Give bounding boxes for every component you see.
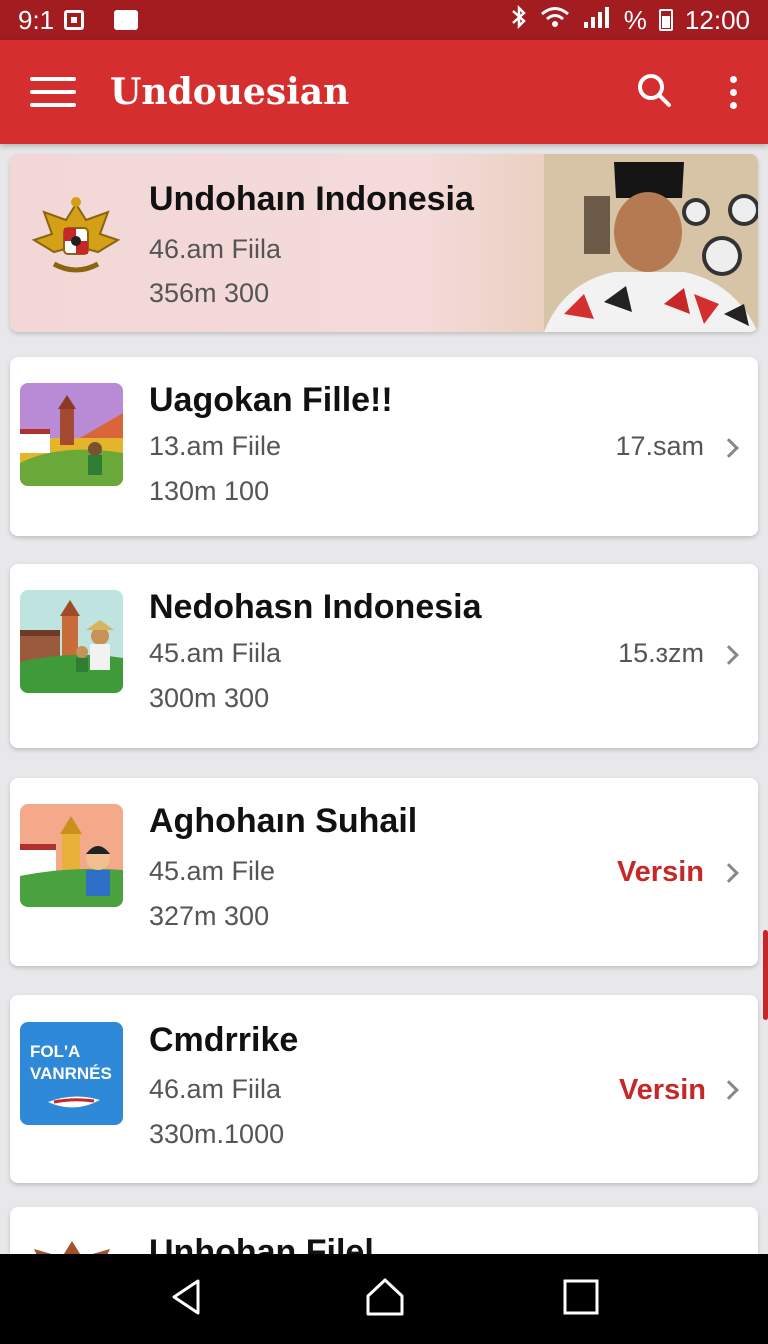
home-icon[interactable] [364,1276,406,1323]
bluetooth-icon [510,4,528,36]
item-line1: 46.am Fiila [149,1074,282,1104]
item-title: Nedohasn Indonesia [149,588,482,626]
featured-line2: 356m 300 [149,278,270,308]
item-line2: 130m 100 [149,476,270,506]
landscape-thumbnail-icon [20,804,123,907]
item-line1: 13.am Fiile [149,431,282,461]
back-icon[interactable] [168,1277,208,1322]
wifi-icon [540,5,570,36]
item-title: Cmdrrike [149,1021,299,1059]
app-title: Undouesian [110,71,350,113]
more-options-icon[interactable] [728,75,738,109]
item-title: Unhohan Filel [149,1233,374,1254]
garuda-emblem-icon [20,1231,123,1254]
scroll-indicator[interactable] [763,930,768,1020]
system-navigation-bar [0,1254,768,1344]
swoosh-icon [48,1096,100,1108]
chevron-right-icon [719,645,739,665]
item-line2: 300m 300 [149,683,270,713]
item-line2: 327m 300 [149,901,270,931]
clock-left: 9:1 [18,4,55,35]
battery-percent: % [623,4,647,35]
app-notification-icon [114,10,139,30]
featured-line1: 46.am Fiila [149,234,282,264]
landscape-thumbnail-icon [20,383,123,486]
featured-card[interactable]: Undohaın Indonesia 46.am Fiila 356m 300 [10,154,758,332]
item-line1: 45.am Fiila [149,638,282,668]
logo-text-1: FOL'A [30,1042,81,1061]
item-title: Uagokan Fille!! [149,381,393,419]
search-icon[interactable] [636,72,672,113]
list-item[interactable]: Nedohasn Indonesia 45.am Fiila 300m 300 … [10,564,758,748]
chevron-right-icon [719,438,739,458]
battery-icon [658,9,673,31]
list-item[interactable]: Aghohaın Suhail 45.am File 327m 300 Vers… [10,778,758,966]
featured-person-photo [544,154,758,332]
hamburger-menu-icon[interactable] [30,77,76,107]
item-meta: 15.ɜzm [618,638,704,668]
version-label: Versin [618,1074,706,1106]
list-item[interactable]: Unhohan Filel [10,1207,758,1254]
item-meta: 17.sam [615,431,704,461]
item-line1: 45.am File [149,856,276,886]
clock-right: 12:00 [684,4,750,35]
status-bar: 9:1 % 12:00 [0,0,768,40]
file-list: Undohaın Indonesia 46.am Fiila 356m 300 [0,144,768,1254]
chevron-right-icon [719,1080,739,1100]
app-bar: Undouesian [0,40,768,144]
list-item[interactable]: FOL'A VANRNÉS Cmdrrike 46.am Fiila 330m.… [10,995,758,1183]
version-label: Versin [616,856,704,888]
notification-icon [64,10,85,30]
item-line2: 330m.1000 [149,1119,285,1149]
recents-icon[interactable] [562,1278,600,1321]
garuda-emblem-icon [28,190,124,286]
featured-title: Undohaın Indonesia [149,180,474,218]
signal-icon [582,5,612,36]
item-title: Aghohaın Suhail [149,802,418,840]
logo-text-2: VANRNÉS [30,1064,112,1083]
landscape-thumbnail-icon [20,590,123,693]
chevron-right-icon [719,863,739,883]
list-item[interactable]: Uagokan Fille!! 13.am Fiile 130m 100 17.… [10,357,758,536]
app-logo-thumbnail: FOL'A VANRNÉS [20,1022,123,1125]
